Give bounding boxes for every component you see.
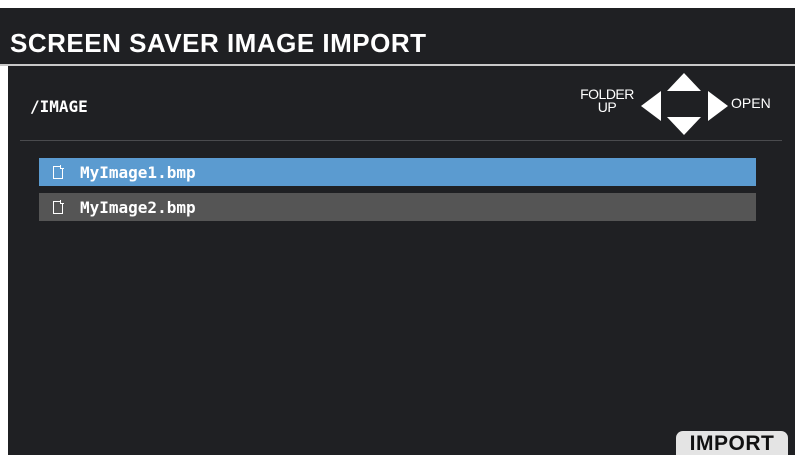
folder-up-label-line2: UP [597, 99, 617, 115]
file-icon [53, 200, 64, 214]
file-icon [53, 165, 64, 179]
arrow-left-icon[interactable] [641, 91, 661, 121]
open-label: OPEN [731, 95, 771, 111]
arrow-down-icon[interactable] [667, 117, 701, 135]
top-strip [0, 0, 795, 8]
path-divider [20, 140, 782, 141]
current-path: /IMAGE [30, 97, 88, 116]
screen: SCREEN SAVER IMAGE IMPORT /IMAGE FOLDER … [0, 0, 795, 455]
file-name: MyImage2.bmp [80, 197, 196, 217]
file-list-item-selected[interactable]: MyImage1.bmp [39, 158, 756, 186]
header-bar: SCREEN SAVER IMAGE IMPORT [0, 8, 795, 64]
file-name: MyImage1.bmp [80, 162, 196, 182]
arrow-up-icon[interactable] [667, 73, 701, 91]
page-title: SCREEN SAVER IMAGE IMPORT [10, 28, 427, 58]
folder-up-label: FOLDER UP [572, 87, 642, 115]
file-list-item[interactable]: MyImage2.bmp [39, 193, 756, 221]
arrow-right-icon[interactable] [708, 91, 728, 121]
import-button[interactable]: IMPORT [676, 431, 788, 455]
